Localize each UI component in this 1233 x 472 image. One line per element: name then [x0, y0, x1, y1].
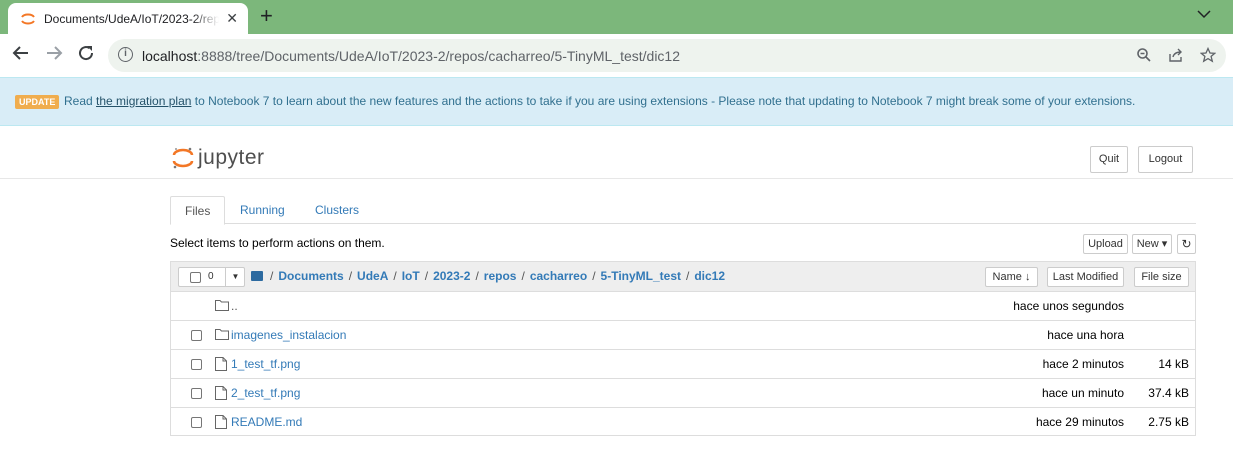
address-bar[interactable]: i localhost:8888/tree/Documents/UdeA/IoT… — [108, 39, 1226, 72]
item-checkbox[interactable] — [191, 330, 202, 341]
item-name[interactable]: imagenes_instalacion — [231, 328, 346, 342]
file-icon — [215, 415, 227, 432]
list-item[interactable]: .. hace unos segundos — [171, 292, 1195, 321]
share-icon[interactable] — [1168, 47, 1184, 67]
item-size: 37.4 kB — [1148, 386, 1189, 400]
update-badge: UPDATE — [15, 95, 60, 109]
refresh-icon[interactable]: ↻ — [1177, 234, 1196, 254]
sort-by-modified-button[interactable]: Last Modified — [1047, 267, 1124, 287]
item-name[interactable]: README.md — [231, 415, 302, 429]
tab-search-chevron-icon[interactable] — [1197, 6, 1211, 22]
tab-running[interactable]: Running — [226, 196, 299, 224]
sort-by-name-button[interactable]: Name ↓ — [985, 267, 1038, 287]
breadcrumb-5-tinyml-test[interactable]: 5-TinyML_test — [601, 269, 681, 283]
list-item[interactable]: 2_test_tf.png hace un minuto 37.4 kB — [171, 379, 1195, 408]
migration-plan-link[interactable]: the migration plan — [96, 94, 191, 108]
forward-arrow-icon[interactable] — [45, 44, 63, 66]
tab-clusters[interactable]: Clusters — [301, 196, 373, 224]
item-name[interactable]: 1_test_tf.png — [231, 357, 300, 371]
sort-by-size-button[interactable]: File size — [1134, 267, 1189, 287]
folder-icon — [215, 299, 229, 314]
breadcrumb-dic12[interactable]: dic12 — [694, 269, 725, 283]
jupyter-logo[interactable]: jupyter — [172, 146, 265, 170]
jupyter-logo-text: jupyter — [198, 146, 265, 169]
list-item[interactable]: 1_test_tf.png hace 2 minutos 14 kB — [171, 350, 1195, 379]
breadcrumb-documents[interactable]: Documents — [278, 269, 343, 283]
select-all-checkbox[interactable] — [190, 272, 201, 283]
breadcrumb-cacharreo[interactable]: cacharreo — [530, 269, 587, 283]
item-name[interactable]: .. — [231, 299, 238, 313]
browser-toolbar: i localhost:8888/tree/Documents/UdeA/IoT… — [0, 34, 1233, 77]
browser-tab[interactable]: Documents/UdeA/IoT/2023-2/repos/cacharre… — [8, 3, 248, 34]
breadcrumb-repos[interactable]: repos — [484, 269, 517, 283]
breadcrumb: / Documents / UdeA / IoT/2023-2/repos / cacharr… — [251, 269, 725, 283]
folder-root-icon[interactable] — [251, 271, 263, 281]
new-tab-button[interactable]: + — [260, 5, 273, 27]
selected-count: 0 — [208, 271, 214, 282]
file-icon — [215, 386, 227, 403]
item-modified: hace 29 minutos — [1035, 415, 1124, 429]
jupyter-favicon-icon — [21, 13, 35, 24]
breadcrumb-udea[interactable]: UdeA — [357, 269, 388, 283]
url-text: localhost:8888/tree/Documents/UdeA/IoT/2… — [142, 48, 680, 64]
update-notice: UPDATE Read the migration plan to Notebo… — [0, 77, 1233, 126]
browser-tab-title: Documents/UdeA/IoT/2023-2/repos/cacharre… — [44, 11, 219, 26]
item-modified: hace un minuto — [1041, 386, 1124, 400]
bookmark-star-icon[interactable] — [1199, 46, 1217, 67]
list-item[interactable]: README.md hace 29 minutos 2.75 kB — [171, 408, 1195, 437]
tab-files[interactable]: Files — [170, 196, 226, 225]
item-name[interactable]: 2_test_tf.png — [231, 386, 300, 400]
breadcrumb-2023-2[interactable]: 2023-2 — [433, 269, 470, 283]
file-list: 0 ▼ / Documents / UdeA / IoT/2023-2/repos / cac… — [170, 261, 1196, 436]
breadcrumb-iot[interactable]: IoT — [402, 269, 420, 283]
item-size: 2.75 kB — [1148, 415, 1189, 429]
new-dropdown-button[interactable]: New ▾ — [1132, 234, 1172, 254]
item-modified: hace 2 minutos — [1042, 357, 1124, 371]
logout-button[interactable]: Logout — [1138, 146, 1193, 173]
file-list-header: 0 ▼ / Documents / UdeA / IoT/2023-2/repos / cac… — [171, 262, 1195, 292]
zoom-icon[interactable] — [1136, 47, 1152, 67]
item-size: 14 kB — [1158, 357, 1189, 371]
jupyter-header: jupyter Quit Logout — [0, 126, 1233, 179]
item-checkbox[interactable] — [191, 359, 202, 370]
item-checkbox[interactable] — [191, 417, 202, 428]
item-checkbox[interactable] — [191, 388, 202, 399]
select-dropdown-caret-icon[interactable]: ▼ — [225, 268, 245, 286]
reload-icon[interactable] — [77, 44, 95, 66]
list-item[interactable]: imagenes_instalacion hace una hora — [171, 321, 1195, 350]
jupyter-tabs: Files Running Clusters — [170, 196, 1196, 225]
upload-button[interactable]: Upload — [1083, 234, 1128, 254]
quit-button[interactable]: Quit — [1090, 146, 1128, 173]
back-arrow-icon[interactable] — [12, 44, 30, 66]
item-modified: hace una hora — [1047, 328, 1124, 342]
tab-close-icon[interactable]: ✕ — [226, 11, 238, 25]
jupyter-logo-icon — [172, 147, 194, 169]
folder-icon — [215, 328, 229, 343]
file-icon — [215, 357, 227, 374]
browser-tab-bar: Documents/UdeA/IoT/2023-2/repos/cacharre… — [0, 0, 1233, 34]
notice-text: Read the migration plan to Notebook 7 to… — [64, 94, 1136, 108]
site-info-icon[interactable]: i — [118, 47, 133, 62]
item-modified: hace unos segundos — [1013, 299, 1124, 313]
selection-hint: Select items to perform actions on them. — [170, 236, 385, 250]
select-all-control[interactable]: 0 ▼ — [178, 267, 245, 287]
